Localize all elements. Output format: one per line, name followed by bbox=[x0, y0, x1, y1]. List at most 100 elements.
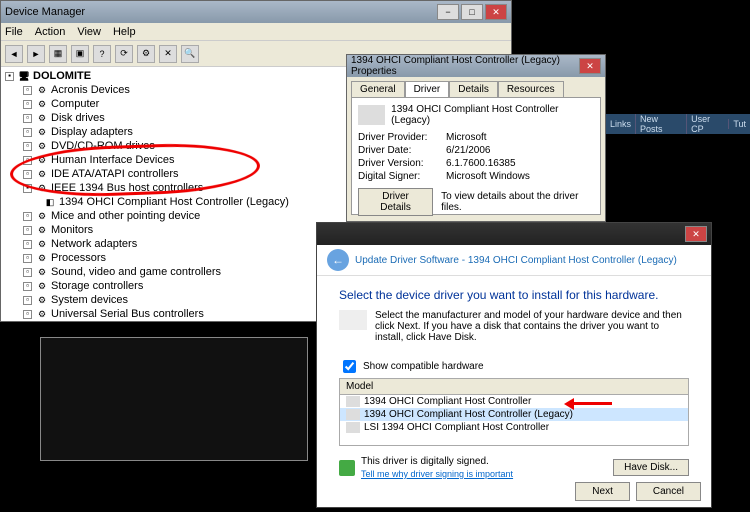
signing-link[interactable]: Tell me why driver signing is important bbox=[361, 469, 513, 479]
provider-label: Driver Provider: bbox=[358, 132, 438, 143]
date-label: Driver Date: bbox=[358, 145, 438, 156]
show-compatible-checkbox[interactable] bbox=[343, 360, 356, 373]
node-label: Human Interface Devices bbox=[51, 154, 175, 166]
next-button[interactable]: Next bbox=[575, 482, 630, 501]
list-item-selected[interactable]: 1394 OHCI Compliant Host Controller (Leg… bbox=[340, 408, 688, 421]
expand-icon[interactable]: ▪ bbox=[23, 184, 32, 193]
cancel-button[interactable]: Cancel bbox=[636, 482, 701, 501]
collapse-icon[interactable]: ▪ bbox=[5, 72, 14, 81]
forum-link-tut[interactable]: Tut bbox=[728, 119, 750, 129]
close-button[interactable]: ✕ bbox=[485, 4, 507, 20]
node-label: Mice and other pointing device bbox=[51, 210, 200, 222]
close-button[interactable]: ✕ bbox=[685, 226, 707, 242]
expand-icon[interactable]: ▫ bbox=[23, 268, 32, 277]
driver-icon bbox=[346, 422, 360, 433]
tab-resources[interactable]: Resources bbox=[498, 81, 564, 97]
version-label: Driver Version: bbox=[358, 158, 438, 169]
node-label: Universal Serial Bus controllers bbox=[51, 308, 204, 320]
node-label: Storage controllers bbox=[51, 280, 143, 292]
computer-icon: 🖥 bbox=[17, 70, 31, 82]
upd-titlebar[interactable]: ✕ bbox=[317, 223, 711, 245]
dm-menubar: File Action View Help bbox=[1, 23, 511, 41]
expand-icon[interactable]: ▫ bbox=[23, 86, 32, 95]
forward-icon[interactable]: ► bbox=[27, 45, 45, 63]
list-item[interactable]: LSI 1394 OHCI Compliant Host Controller bbox=[340, 421, 688, 434]
node-label: Acronis Devices bbox=[51, 84, 130, 96]
expand-icon[interactable]: ▫ bbox=[23, 128, 32, 137]
back-icon[interactable]: ◄ bbox=[5, 45, 23, 63]
node-label: IDE ATA/ATAPI controllers bbox=[51, 168, 179, 180]
expand-icon[interactable]: ▫ bbox=[23, 296, 32, 305]
node-label: Display adapters bbox=[51, 126, 133, 138]
model-header: Model bbox=[339, 378, 689, 394]
tool-icon[interactable]: ? bbox=[93, 45, 111, 63]
device-category-icon: ⚙ bbox=[35, 266, 49, 278]
device-category-icon: ⚙ bbox=[35, 84, 49, 96]
menu-file[interactable]: File bbox=[5, 26, 23, 38]
tool-icon[interactable]: ⚙ bbox=[137, 45, 155, 63]
expand-icon[interactable]: ▫ bbox=[23, 282, 32, 291]
node-label: Monitors bbox=[51, 224, 93, 236]
tab-driver[interactable]: Driver bbox=[405, 81, 450, 97]
upd-heading: Select the device driver you want to ins… bbox=[339, 288, 689, 302]
expand-icon[interactable]: ▫ bbox=[23, 156, 32, 165]
forum-link-links[interactable]: Links bbox=[605, 119, 635, 129]
node-label: Processors bbox=[51, 252, 106, 264]
driver-properties-window: 1394 OHCI Compliant Host Controller (Leg… bbox=[346, 54, 606, 222]
list-item[interactable]: 1394 OHCI Compliant Host Controller bbox=[340, 395, 688, 408]
expand-icon[interactable]: ▫ bbox=[23, 240, 32, 249]
tab-general[interactable]: General bbox=[351, 81, 405, 97]
upd-breadcrumb: Update Driver Software - 1394 OHCI Compl… bbox=[355, 255, 677, 266]
close-button[interactable]: ✕ bbox=[579, 58, 601, 74]
expand-icon[interactable]: ▫ bbox=[23, 226, 32, 235]
device-category-icon: ⚙ bbox=[35, 168, 49, 180]
device-category-icon: ⚙ bbox=[35, 308, 49, 320]
forum-link-usercp[interactable]: User CP bbox=[686, 114, 728, 134]
tool-icon[interactable]: ▣ bbox=[71, 45, 89, 63]
menu-view[interactable]: View bbox=[77, 26, 101, 38]
device-category-icon: ⚙ bbox=[35, 294, 49, 306]
model-list[interactable]: 1394 OHCI Compliant Host Controller 1394… bbox=[339, 394, 689, 446]
maximize-button[interactable]: □ bbox=[461, 4, 483, 20]
expand-icon[interactable]: ▫ bbox=[23, 100, 32, 109]
upd-instructions: Select the manufacturer and model of you… bbox=[375, 310, 689, 343]
menu-help[interactable]: Help bbox=[113, 26, 136, 38]
props-tabs: General Driver Details Resources bbox=[347, 77, 605, 97]
back-icon[interactable]: ← bbox=[327, 249, 349, 271]
driver-details-button[interactable]: Driver Details bbox=[358, 188, 433, 216]
driver-icon bbox=[346, 409, 360, 420]
menu-action[interactable]: Action bbox=[35, 26, 66, 38]
dm-titlebar[interactable]: Device Manager − □ ✕ bbox=[1, 1, 511, 23]
device-category-icon: ⚙ bbox=[35, 280, 49, 292]
device-category-icon: ⚙ bbox=[35, 98, 49, 110]
tool-icon[interactable]: 🔍 bbox=[181, 45, 199, 63]
tab-details[interactable]: Details bbox=[449, 81, 498, 97]
expand-icon[interactable]: ▫ bbox=[23, 254, 32, 263]
expand-icon[interactable]: ▫ bbox=[23, 142, 32, 151]
driver-icon bbox=[346, 396, 360, 407]
device-icon: ◧ bbox=[43, 196, 57, 208]
expand-icon[interactable]: ▫ bbox=[23, 114, 32, 123]
device-category-icon: ⚙ bbox=[35, 238, 49, 250]
device-category-icon: ⚙ bbox=[35, 252, 49, 264]
device-category-icon: ⚙ bbox=[35, 182, 49, 194]
node-label: IEEE 1394 Bus host controllers bbox=[51, 182, 203, 194]
driver-details-text: To view details about the driver files. bbox=[441, 191, 594, 213]
signer-value: Microsoft Windows bbox=[446, 171, 594, 182]
forum-link-newposts[interactable]: New Posts bbox=[635, 114, 686, 134]
device-category-icon: ⚙ bbox=[35, 126, 49, 138]
expand-icon[interactable]: ▫ bbox=[23, 310, 32, 319]
device-icon bbox=[358, 105, 385, 125]
expand-icon[interactable]: ▫ bbox=[23, 170, 32, 179]
device-category-icon: ⚙ bbox=[35, 140, 49, 152]
have-disk-button[interactable]: Have Disk... bbox=[613, 459, 689, 476]
props-titlebar[interactable]: 1394 OHCI Compliant Host Controller (Leg… bbox=[347, 55, 605, 77]
root-label: DOLOMITE bbox=[33, 70, 91, 82]
tool-icon[interactable]: ⟳ bbox=[115, 45, 133, 63]
expand-icon[interactable]: ▫ bbox=[23, 212, 32, 221]
update-driver-window: ✕ ← Update Driver Software - 1394 OHCI C… bbox=[316, 222, 712, 508]
tool-icon[interactable]: ▦ bbox=[49, 45, 67, 63]
forum-nav-bar: Links New Posts User CP Tut bbox=[605, 114, 750, 134]
tool-icon[interactable]: ✕ bbox=[159, 45, 177, 63]
minimize-button[interactable]: − bbox=[437, 4, 459, 20]
